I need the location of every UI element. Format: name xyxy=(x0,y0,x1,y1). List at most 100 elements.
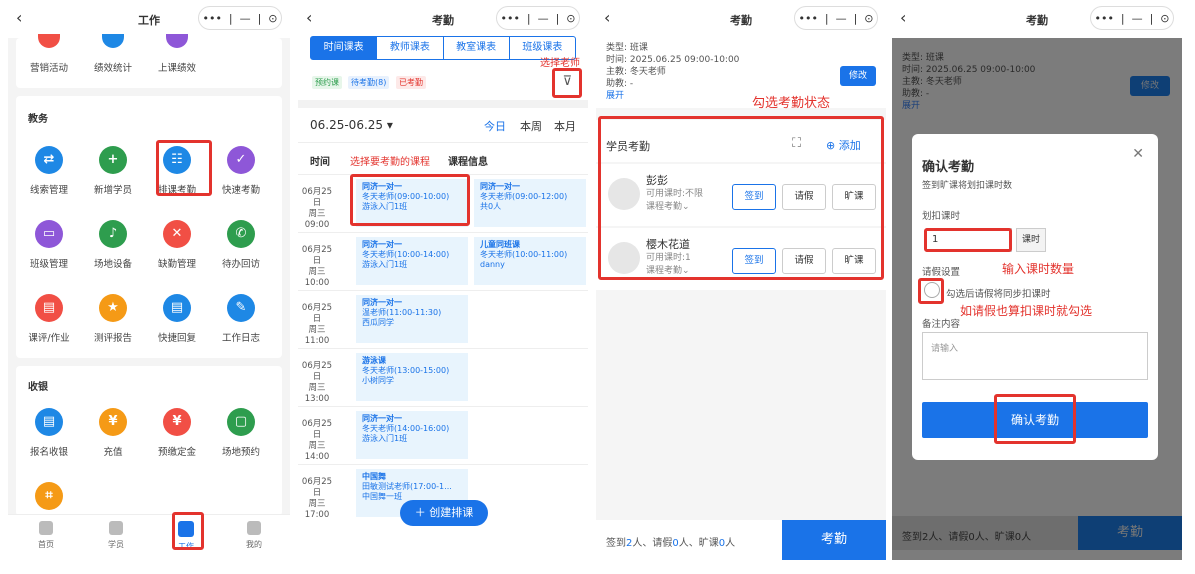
tag-booked[interactable]: 预约课 xyxy=(312,76,342,89)
month-button[interactable]: 本月 xyxy=(554,118,576,134)
grid-item[interactable]: ✆ 待办回访 xyxy=(210,220,272,270)
schedule-row: 06月25日 周三 10:00 同济一对一 冬天老师(10:00-14:00) 游泳入门1… xyxy=(298,232,588,290)
grid-item[interactable]: ✓ 快速考勤 xyxy=(210,146,272,196)
expand-link[interactable]: 展开 xyxy=(606,90,739,102)
grid-item[interactable]: ⌗ xyxy=(18,482,80,518)
lesson-line: 西瓜同学 xyxy=(362,318,394,327)
grid-item[interactable]: ▤ 报名收银 xyxy=(18,408,80,458)
reply-icon: ▤ xyxy=(163,294,191,322)
divider: | xyxy=(257,11,262,25)
schedule-tabs: 时间课表 教师课表 教室课表 班级课表 xyxy=(310,36,576,60)
icon-label[interactable]: 营销活动 xyxy=(18,60,80,74)
grid-item[interactable]: ✎ 工作日志 xyxy=(210,294,272,344)
icon-label[interactable]: 上课绩效 xyxy=(146,60,208,74)
tag-done[interactable]: 已考勤 xyxy=(396,76,426,89)
edit-button[interactable]: 修改 xyxy=(1130,76,1170,96)
lesson-card[interactable]: 儿童同班课 冬天老师(10:00-11:00) danny xyxy=(474,237,586,285)
grid-item[interactable]: ▢ 场地预约 xyxy=(210,408,272,458)
mini-capsule[interactable]: ••• | — | ⊙ xyxy=(1090,6,1174,30)
grid-item[interactable]: ▤ 课评/作业 xyxy=(18,294,80,344)
tab-teacher[interactable]: 教师课表 xyxy=(376,37,442,59)
highlight-box xyxy=(156,140,212,196)
lesson-line: 同济一对一 xyxy=(480,182,520,191)
info-assistant: 助教: - xyxy=(606,79,634,89)
divider: | xyxy=(228,11,233,25)
schedule-row: 06月25日 周三 14:00 同济一对一 冬天老师(14:00-16:00) 游泳入门1… xyxy=(298,406,588,464)
grid-item-label: 快速考勤 xyxy=(221,185,260,196)
grid-item[interactable]: ¥ 充值 xyxy=(82,408,144,458)
lesson-card[interactable]: 游泳课 冬天老师(13:00-15:00) 小树同学 xyxy=(356,353,468,401)
remark-textarea[interactable]: 请输入 xyxy=(922,332,1148,380)
highlight-box xyxy=(552,68,582,98)
more-icon[interactable]: ••• xyxy=(500,12,519,25)
mini-capsule[interactable]: ••• | — | ⊙ xyxy=(198,6,282,30)
grid-item-label: 工作日志 xyxy=(221,333,260,344)
close-icon[interactable]: ✕ xyxy=(1132,146,1144,162)
mini-capsule[interactable]: ••• | — | ⊙ xyxy=(794,6,878,30)
close-circle-icon[interactable]: ⊙ xyxy=(1160,12,1169,25)
highlight-box xyxy=(994,394,1076,444)
tag-pending[interactable]: 待考勤(8) xyxy=(348,76,390,89)
student-icon xyxy=(109,521,123,535)
nav-mine[interactable]: 我的 xyxy=(234,521,274,550)
lesson-card[interactable]: 同济一对一 冬天老师(10:00-14:00) 游泳入门1班 xyxy=(356,237,468,285)
dialog-title: 确认考勤 xyxy=(922,160,975,175)
mini-capsule[interactable]: ••• | — | ⊙ xyxy=(496,6,580,30)
more-icon[interactable]: ••• xyxy=(1094,12,1113,25)
schedule-row: 06月25日 周三 11:00 同济一对一 温老师(11:00-11:30) 西瓜同学 xyxy=(298,290,588,348)
week-button[interactable]: 本周 xyxy=(520,118,542,134)
unit-label: 课时 xyxy=(1016,228,1046,252)
remark-label: 备注内容 xyxy=(922,319,961,330)
attendance-submit-button[interactable]: 考勤 xyxy=(782,520,886,560)
grid-item[interactable]: ⇄ 线索管理 xyxy=(18,146,80,196)
close-circle-icon[interactable]: ⊙ xyxy=(864,12,873,25)
close-circle-icon[interactable]: ⊙ xyxy=(566,12,575,25)
tab-room[interactable]: 教室课表 xyxy=(442,37,509,59)
tab-time[interactable]: 时间课表 xyxy=(311,37,377,59)
minimize-icon[interactable]: — xyxy=(538,12,549,25)
schedule-panel: ‹ 考勤 ••• | — | ⊙ 时间课表 教师课表 教室课表 班级课表 选择老师 预约… xyxy=(298,0,588,560)
grid-item[interactable]: ▭ 班级管理 xyxy=(18,220,80,270)
lesson-line: 游泳入门1班 xyxy=(362,434,408,443)
grid-item-label: 新增学员 xyxy=(93,185,132,196)
nav-students[interactable]: 学员 xyxy=(96,521,136,550)
close-circle-icon[interactable]: ⊙ xyxy=(268,12,277,25)
annotation-text: 选择老师 xyxy=(540,58,580,69)
minimize-icon[interactable]: — xyxy=(836,12,847,25)
lesson-card[interactable]: 同济一对一 冬天老师(14:00-16:00) 游泳入门1班 xyxy=(356,411,468,459)
nav-home[interactable]: 首页 xyxy=(26,521,66,550)
today-button[interactable]: 今日 xyxy=(484,118,506,134)
more-icon[interactable]: ••• xyxy=(798,12,817,25)
edit-button[interactable]: 修改 xyxy=(840,66,876,86)
attendance-submit-button[interactable]: 考勤 xyxy=(1078,516,1182,550)
lesson-card[interactable]: 同济一对一 温老师(11:00-11:30) 西瓜同学 xyxy=(356,295,468,343)
grid-item[interactable]: ★ 测评报告 xyxy=(82,294,144,344)
info-type: 类型: 班课 xyxy=(606,43,648,53)
divider xyxy=(298,100,588,108)
grid-item-label: 场地预约 xyxy=(221,447,260,458)
grid-item[interactable]: ♪ 场地设备 xyxy=(82,220,144,270)
col-info: 课程信息 xyxy=(448,157,488,168)
create-schedule-button[interactable]: ＋ 创建排课 xyxy=(400,500,488,526)
grid-item[interactable]: ▤ 快捷回复 xyxy=(146,294,208,344)
minimize-icon[interactable]: — xyxy=(240,12,251,25)
icon-label[interactable]: 绩效统计 xyxy=(82,60,144,74)
marketing-card: 营销活动 绩效统计 上课绩效 xyxy=(16,34,282,88)
lesson-card[interactable]: 同济一对一 冬天老师(09:00-12:00) 共0人 xyxy=(474,179,586,227)
lesson-line: 小树同学 xyxy=(362,376,394,385)
lesson-line: 同济一对一 xyxy=(362,240,402,249)
grid-item-label: 待办回访 xyxy=(221,259,260,270)
grid-item-label: 课评/作业 xyxy=(28,333,70,344)
leave-deduct-label: 勾选后请假将同步扣课时 xyxy=(946,289,1051,300)
confirm-panel: ‹ 考勤 ••• | — | ⊙ 类型: 班课 时间: 2025.06.25 09:00-… xyxy=(892,0,1182,560)
grid-item[interactable]: ¥ 预缴定金 xyxy=(146,408,208,458)
expand-link[interactable]: 展开 xyxy=(902,100,1035,112)
minimize-icon[interactable]: — xyxy=(1132,12,1143,25)
exchange-icon: ⇄ xyxy=(35,146,63,174)
grid-item[interactable]: + 新增学员 xyxy=(82,146,144,196)
more-icon[interactable]: ••• xyxy=(202,12,221,25)
date-range-picker[interactable]: 06.25-06.25 ▾ xyxy=(310,118,393,132)
info-time: 时间: 2025.06.25 09:00-10:00 xyxy=(606,55,740,65)
annotation-text: 如请假也算扣课时就勾选 xyxy=(960,304,1093,318)
grid-item[interactable]: ✕ 缺勤管理 xyxy=(146,220,208,270)
